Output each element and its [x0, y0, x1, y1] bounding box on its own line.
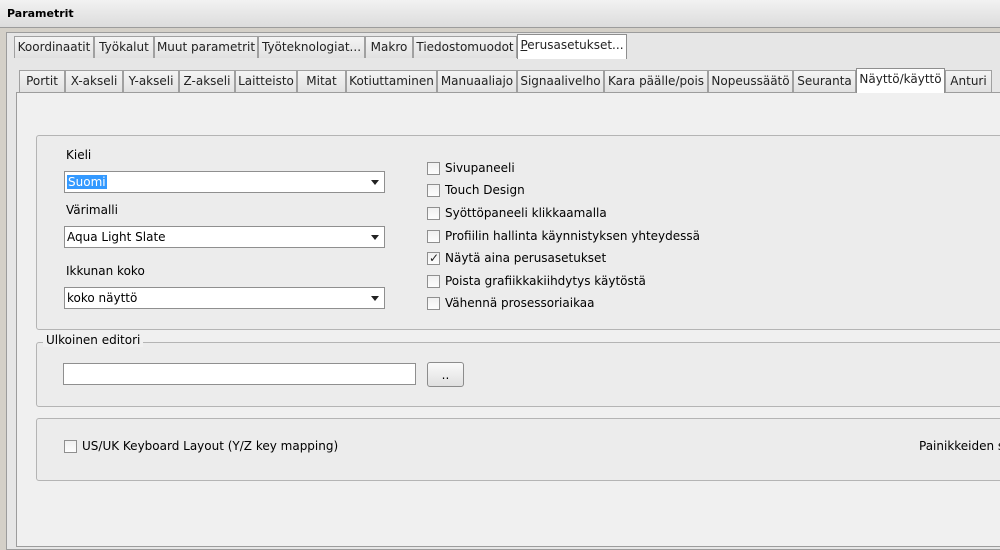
color-model-value: Aqua Light Slate [67, 230, 166, 244]
buttons-label: Painikkeiden s [919, 439, 1000, 453]
tab-seuranta[interactable]: Seuranta [793, 70, 856, 92]
browse-label: .. [441, 368, 450, 382]
color-model-select[interactable]: Aqua Light Slate [64, 226, 385, 248]
chevron-down-icon[interactable] [365, 172, 384, 192]
tab-label: Työkalut [99, 40, 149, 54]
checkbox[interactable] [427, 297, 440, 310]
external-editor-input[interactable] [63, 363, 416, 385]
tab-label: Koordinaatit [17, 40, 91, 54]
tab-label: Anturi [950, 74, 987, 88]
tab-signaalivelho[interactable]: Signaalivelho [517, 70, 604, 92]
option-label: Poista grafiikkakiihdytys käytöstä [445, 274, 646, 288]
tab-label: Portit [26, 74, 58, 88]
tab-laitteisto[interactable]: Laitteisto [235, 70, 297, 92]
tab-muut-parametrit[interactable]: Muut parametrit [154, 36, 258, 58]
checkbox[interactable] [427, 162, 440, 175]
option-label: Näytä aina perusasetukset [445, 251, 607, 265]
color-model-label: Värimalli [66, 203, 118, 217]
sub-tab-panel: Kieli Suomi Värimalli Aqua Light Slate I… [16, 92, 1000, 547]
tab-koordinaatit[interactable]: Koordinaatit [14, 36, 94, 58]
tab-label: Y-akseli [128, 74, 174, 88]
tab-label: Manuaaliajo [440, 74, 514, 88]
window-size-select[interactable]: koko näyttö [64, 287, 385, 309]
keyboard-layout-label: US/UK Keyboard Layout (Y/Z key mapping) [82, 439, 339, 453]
tab-label: Mitat [306, 74, 337, 88]
tab-tiedostomuodot[interactable]: Tiedostomuodot [413, 36, 517, 58]
language-value: Suomi [67, 175, 107, 189]
display-settings-group: Kieli Suomi Värimalli Aqua Light Slate I… [36, 135, 1000, 330]
checkbox-checked[interactable]: ✓ [427, 251, 440, 265]
tab-z-akseli[interactable]: Z-akseli [179, 70, 235, 92]
window-titlebar: Parametrit [0, 0, 1000, 28]
language-label: Kieli [66, 148, 92, 162]
tab-label: Kotiuttaminen [349, 74, 434, 88]
tab-label: Muut parametrit [156, 40, 256, 54]
tab-label: Kara päälle/pois [607, 74, 705, 88]
option-label: Syöttöpaneeli klikkaamalla [445, 206, 607, 220]
tab-perusasetukset[interactable]: Perusasetukset... [517, 34, 627, 59]
window-size-label: Ikkunan koko [66, 264, 145, 278]
tab-x-akseli[interactable]: X-akseli [65, 70, 123, 92]
browse-button[interactable]: .. [427, 362, 464, 387]
language-select[interactable]: Suomi [64, 171, 385, 193]
chevron-down-icon[interactable] [365, 227, 384, 247]
tab-label: Seuranta [797, 74, 852, 88]
window-title: Parametrit [7, 7, 74, 20]
option-label: Sivupaneeli [445, 161, 515, 175]
tab-label: X-akseli [70, 74, 118, 88]
chevron-down-icon[interactable] [365, 288, 384, 308]
option-label: Vähennä prosessoriaikaa [445, 296, 595, 310]
option-label: Touch Design [445, 183, 525, 197]
sub-tabbar: Portit X-akseli Y-akseli Z-akseli Laitte… [0, 68, 1000, 93]
tab-kara[interactable]: Kara päälle/pois [604, 70, 708, 92]
tab-manuaaliajo[interactable]: Manuaaliajo [437, 70, 517, 92]
tab-tyoteknologiat[interactable]: Työteknologiat... [258, 36, 365, 58]
tab-label: Työteknologiat... [261, 40, 362, 54]
tab-label: Tiedostomuodot [416, 40, 514, 54]
checkbox[interactable] [427, 230, 440, 243]
tab-mitat[interactable]: Mitat [297, 70, 346, 92]
tab-tyokalut[interactable]: Työkalut [94, 36, 154, 58]
checkbox[interactable] [64, 440, 77, 453]
check-icon: ✓ [429, 251, 440, 265]
tab-y-akseli[interactable]: Y-akseli [123, 70, 179, 92]
tab-label: Näyttö/käyttö [859, 72, 942, 86]
option-label: Profiilin hallinta käynnistyksen yhteyde… [445, 229, 701, 243]
tab-nopeussaato[interactable]: Nopeussäätö [708, 70, 793, 92]
checkbox[interactable] [427, 207, 440, 220]
tab-kotiuttaminen[interactable]: Kotiuttaminen [346, 70, 437, 92]
tab-label: Nopeussäätö [711, 74, 790, 88]
tab-makro[interactable]: Makro [365, 36, 413, 58]
tab-portit[interactable]: Portit [19, 70, 65, 92]
main-tabbar: Koordinaatit Työkalut Muut parametrit Ty… [0, 34, 1000, 59]
tab-label: erusasetukset... [527, 38, 624, 52]
checkbox[interactable] [427, 184, 440, 197]
external-editor-legend: Ulkoinen editori [43, 333, 144, 347]
tab-label: Makro [370, 40, 408, 54]
tab-label: Laitteisto [238, 74, 294, 88]
tab-label: Signaalivelho [520, 74, 601, 88]
tab-anturi[interactable]: Anturi [945, 70, 992, 92]
window-size-value: koko näyttö [67, 291, 138, 305]
checkbox[interactable] [427, 275, 440, 288]
tab-naytto-kaytto[interactable]: Näyttö/käyttö [856, 68, 945, 93]
tab-label: Z-akseli [183, 74, 231, 88]
